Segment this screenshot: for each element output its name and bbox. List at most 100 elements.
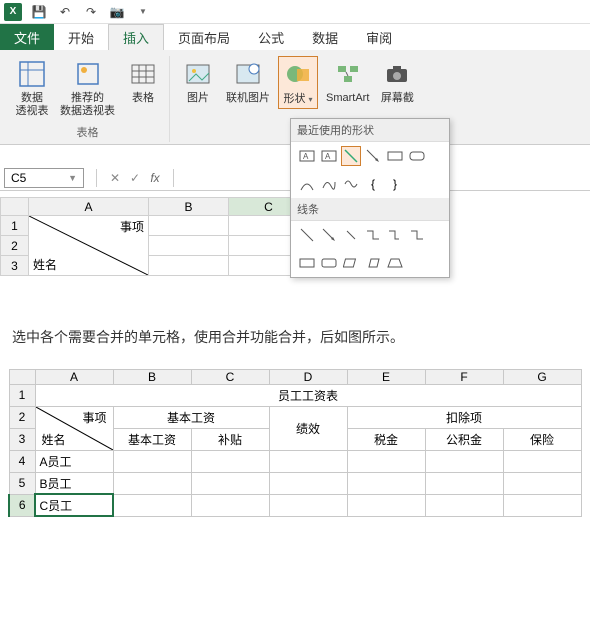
row-header[interactable]: 5: [9, 472, 35, 494]
cell[interactable]: [113, 450, 191, 472]
shape-rect[interactable]: [385, 146, 405, 166]
shape-line-2[interactable]: [297, 225, 317, 245]
shape-elbow-arrow[interactable]: [385, 225, 405, 245]
row-header-2[interactable]: 2: [1, 236, 29, 256]
sub-allow[interactable]: 补贴: [191, 428, 269, 450]
col-header[interactable]: B: [113, 369, 191, 384]
hdr-basic[interactable]: 基本工资: [113, 406, 269, 428]
cell[interactable]: [113, 494, 191, 516]
col-header[interactable]: A: [35, 369, 113, 384]
online-pictures-button[interactable]: 联机图片: [224, 56, 272, 107]
shape-arc5[interactable]: [385, 253, 405, 273]
shape-arc4[interactable]: [363, 253, 383, 273]
cell[interactable]: [191, 450, 269, 472]
cell[interactable]: [269, 472, 347, 494]
col-header[interactable]: D: [269, 369, 347, 384]
smartart-button[interactable]: SmartArt: [324, 56, 371, 107]
shape-arc1[interactable]: [297, 253, 317, 273]
sub-fund[interactable]: 公积金: [425, 428, 503, 450]
qat-more-icon[interactable]: ▼: [134, 3, 152, 21]
diag-cell[interactable]: 事项 姓名: [35, 406, 113, 450]
recommended-pivot-button[interactable]: 推荐的 数据透视表: [58, 56, 117, 120]
cell[interactable]: [425, 494, 503, 516]
col-header[interactable]: F: [425, 369, 503, 384]
save-icon[interactable]: 💾: [30, 3, 48, 21]
shape-rounded-rect[interactable]: [407, 146, 427, 166]
shape-line[interactable]: [341, 146, 361, 166]
row-header-3[interactable]: 3: [1, 256, 29, 276]
shape-textbox[interactable]: A: [297, 146, 317, 166]
hdr-deduct[interactable]: 扣除项: [347, 406, 581, 428]
col-header[interactable]: E: [347, 369, 425, 384]
shape-freeform[interactable]: [319, 174, 339, 194]
redo-icon[interactable]: ↷: [82, 3, 100, 21]
emp-b[interactable]: B员工: [35, 472, 113, 494]
emp-a[interactable]: A员工: [35, 450, 113, 472]
col-header-b[interactable]: B: [149, 198, 229, 216]
name-box[interactable]: C5 ▼: [4, 168, 84, 188]
cell[interactable]: [347, 472, 425, 494]
shape-elbow[interactable]: [363, 225, 383, 245]
tab-review[interactable]: 审阅: [352, 24, 406, 50]
cell[interactable]: [425, 472, 503, 494]
tab-data[interactable]: 数据: [298, 24, 352, 50]
shape-arc2[interactable]: [319, 253, 339, 273]
tab-home[interactable]: 开始: [54, 24, 108, 50]
shape-elbow-double[interactable]: [407, 225, 427, 245]
select-all-button[interactable]: [9, 369, 35, 384]
shapes-button[interactable]: 形状 ▾: [278, 56, 318, 109]
row-header[interactable]: 6: [9, 494, 35, 516]
shape-line-double-arrow[interactable]: [341, 225, 361, 245]
table-button[interactable]: 表格: [123, 56, 163, 107]
pivottable-button[interactable]: 数据 透视表: [12, 56, 52, 120]
cell[interactable]: [269, 450, 347, 472]
shape-arrow[interactable]: [363, 146, 383, 166]
grid-1[interactable]: A B C 1 事项 姓名 2 3: [0, 197, 309, 276]
sub-basic[interactable]: 基本工资: [113, 428, 191, 450]
shape-curve[interactable]: [297, 174, 317, 194]
screenshot-button[interactable]: 屏幕截: [377, 56, 417, 107]
row-header[interactable]: 2: [9, 406, 35, 428]
hdr-perf[interactable]: 绩效: [269, 406, 347, 450]
cell[interactable]: [149, 256, 229, 276]
cell[interactable]: [149, 216, 229, 236]
cell[interactable]: [347, 450, 425, 472]
sub-ins[interactable]: 保险: [503, 428, 581, 450]
tab-insert[interactable]: 插入: [108, 24, 164, 50]
cell[interactable]: [113, 472, 191, 494]
cell[interactable]: [269, 494, 347, 516]
grid-2[interactable]: A B C D E F G 1 员工工资表 2 事项 姓名 基本工资 绩效 扣除…: [8, 369, 582, 517]
cell[interactable]: [425, 450, 503, 472]
cell[interactable]: [503, 472, 581, 494]
row-header[interactable]: 4: [9, 450, 35, 472]
tab-page-layout[interactable]: 页面布局: [164, 24, 244, 50]
shape-brace-r[interactable]: }: [385, 174, 405, 194]
cell[interactable]: [149, 236, 229, 256]
undo-icon[interactable]: ↶: [56, 3, 74, 21]
row-header[interactable]: 1: [9, 384, 35, 406]
title-cell[interactable]: 员工工资表: [35, 384, 581, 406]
emp-c[interactable]: C员工: [35, 494, 113, 516]
shape-textbox-v[interactable]: A: [319, 146, 339, 166]
cell[interactable]: [191, 472, 269, 494]
shape-arc3[interactable]: [341, 253, 361, 273]
enter-icon[interactable]: ✓: [125, 171, 145, 185]
shape-brace-l[interactable]: {: [363, 174, 383, 194]
row-header[interactable]: 3: [9, 428, 35, 450]
col-header[interactable]: G: [503, 369, 581, 384]
cell[interactable]: [191, 494, 269, 516]
tab-formulas[interactable]: 公式: [244, 24, 298, 50]
cell-a1[interactable]: 事项 姓名: [29, 216, 149, 276]
cell[interactable]: [503, 450, 581, 472]
select-all-button[interactable]: [1, 198, 29, 216]
fx-icon[interactable]: fx: [145, 171, 165, 185]
sub-tax[interactable]: 税金: [347, 428, 425, 450]
shape-line-arrow[interactable]: [319, 225, 339, 245]
col-header-a[interactable]: A: [29, 198, 149, 216]
camera-icon[interactable]: 📷: [108, 3, 126, 21]
cell[interactable]: [503, 494, 581, 516]
tab-file[interactable]: 文件: [0, 24, 54, 50]
col-header[interactable]: C: [191, 369, 269, 384]
cancel-icon[interactable]: ✕: [105, 171, 125, 185]
cell[interactable]: [347, 494, 425, 516]
